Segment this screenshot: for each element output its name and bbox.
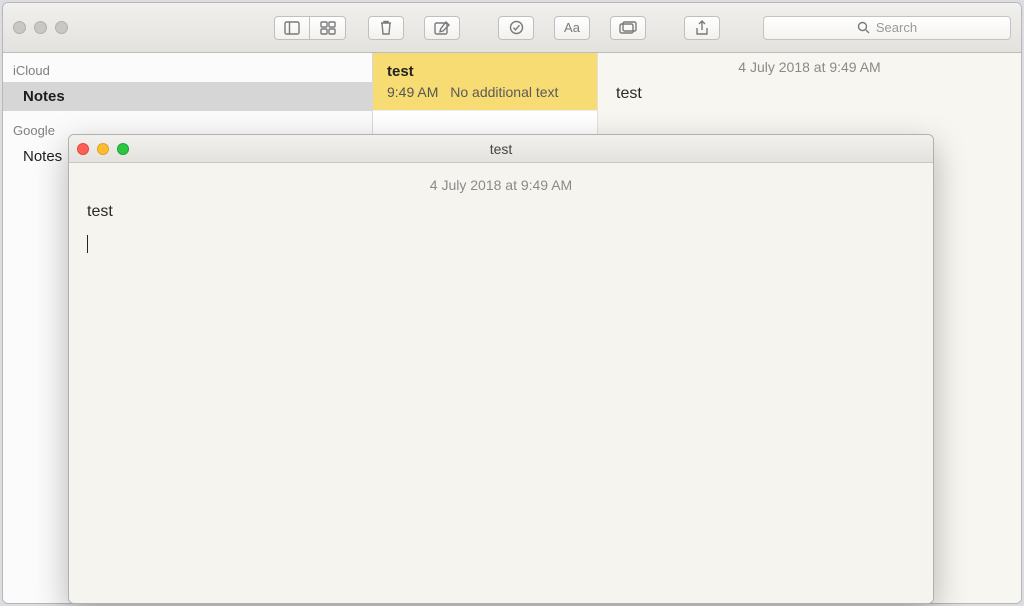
delete-button[interactable]	[368, 16, 404, 40]
float-timestamp: 4 July 2018 at 9:49 AM	[69, 163, 933, 203]
note-preview: No additional text	[450, 84, 558, 100]
note-time: 9:49 AM	[387, 84, 438, 100]
checklist-icon	[509, 20, 524, 35]
editor-timestamp: 4 July 2018 at 9:49 AM	[598, 59, 1021, 75]
format-button[interactable]: Aa	[554, 16, 590, 40]
checklist-button[interactable]	[498, 16, 534, 40]
traffic-light-close[interactable]	[77, 143, 89, 155]
view-list-button[interactable]	[274, 16, 310, 40]
sidebar-item-notes-icloud[interactable]: Notes	[3, 82, 372, 111]
sidebar-item-label: Notes	[23, 148, 62, 165]
new-note-button[interactable]	[424, 16, 460, 40]
float-content: test	[69, 203, 933, 254]
share-icon	[695, 20, 709, 36]
float-titlebar[interactable]: test	[69, 135, 933, 163]
traffic-light-zoom[interactable]	[117, 143, 129, 155]
search-placeholder: Search	[876, 20, 917, 35]
editor-content: test	[598, 75, 1021, 113]
traffic-light-zoom[interactable]	[55, 21, 68, 34]
float-editor[interactable]: 4 July 2018 at 9:49 AM test	[69, 163, 933, 603]
note-list-item[interactable]: test 9:49 AM No additional text	[373, 53, 597, 111]
main-traffic-lights	[13, 21, 68, 34]
traffic-light-minimize[interactable]	[97, 143, 109, 155]
compose-icon	[434, 21, 450, 35]
list-view-icon	[284, 21, 300, 35]
folders-icon	[619, 21, 637, 35]
note-subline: 9:49 AM No additional text	[387, 84, 583, 100]
traffic-light-minimize[interactable]	[34, 21, 47, 34]
note-float-window: test 4 July 2018 at 9:49 AM test	[68, 134, 934, 604]
search-icon	[857, 21, 870, 34]
float-traffic-lights	[77, 143, 129, 155]
search-input[interactable]: Search	[763, 16, 1011, 40]
note-title: test	[387, 63, 583, 80]
trash-icon	[379, 20, 393, 35]
sidebar-section-header: iCloud	[3, 59, 372, 82]
share-button[interactable]	[684, 16, 720, 40]
sidebar-item-label: Notes	[23, 88, 65, 105]
format-icon: Aa	[564, 20, 580, 35]
text-cursor	[87, 235, 88, 253]
traffic-light-close[interactable]	[13, 21, 26, 34]
float-text: test	[87, 203, 113, 220]
float-window-title: test	[69, 141, 933, 157]
folder-button[interactable]	[610, 16, 646, 40]
grid-view-icon	[320, 21, 336, 35]
main-toolbar: Aa Search	[3, 3, 1021, 53]
view-grid-button[interactable]	[310, 16, 346, 40]
